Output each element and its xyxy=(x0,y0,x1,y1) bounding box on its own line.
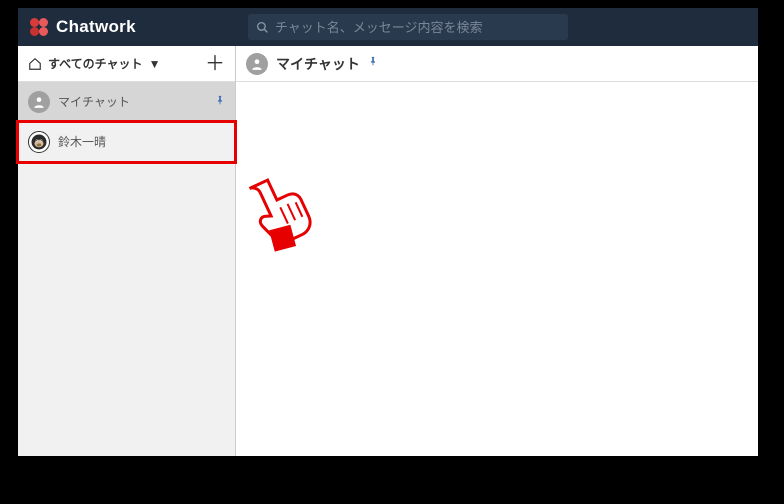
main-panel: マイチャット xyxy=(236,46,758,456)
pin-icon[interactable] xyxy=(368,54,378,73)
pin-icon xyxy=(215,93,225,110)
brand-name: Chatwork xyxy=(56,17,136,37)
chat-list-item-suzuki[interactable]: 鈴木一晴 xyxy=(18,122,235,162)
chevron-down-icon: ▼ xyxy=(149,57,161,71)
search-bar[interactable] xyxy=(248,14,568,40)
chatwork-logo-icon xyxy=(28,16,50,38)
chat-filter-dropdown[interactable]: すべてのチャット ▼ xyxy=(28,55,160,72)
chat-filter-label: すべてのチャット xyxy=(48,55,143,72)
chat-content-area xyxy=(236,82,758,456)
chat-item-label: 鈴木一晴 xyxy=(58,133,225,150)
sidebar: すべてのチャット ▼ ＋ マイチャット xyxy=(18,46,236,456)
app-body: すべてのチャット ▼ ＋ マイチャット xyxy=(18,46,758,456)
add-chat-button[interactable]: ＋ xyxy=(205,54,225,74)
chat-list-item-mychat[interactable]: マイチャット xyxy=(18,82,235,122)
avatar xyxy=(246,53,268,75)
home-icon xyxy=(28,57,42,71)
avatar xyxy=(28,131,50,153)
chat-list: マイチャット xyxy=(18,82,235,456)
avatar xyxy=(28,91,50,113)
search-icon xyxy=(256,21,269,34)
brand-logo[interactable]: Chatwork xyxy=(28,16,136,38)
app-window: Chatwork すべてのチャット xyxy=(18,8,758,456)
chat-item-label: マイチャット xyxy=(58,93,207,110)
sidebar-header: すべてのチャット ▼ ＋ xyxy=(18,46,235,82)
chat-title: マイチャット xyxy=(276,54,360,74)
chat-header: マイチャット xyxy=(236,46,758,82)
search-input[interactable] xyxy=(275,20,560,35)
app-header: Chatwork xyxy=(18,8,758,46)
